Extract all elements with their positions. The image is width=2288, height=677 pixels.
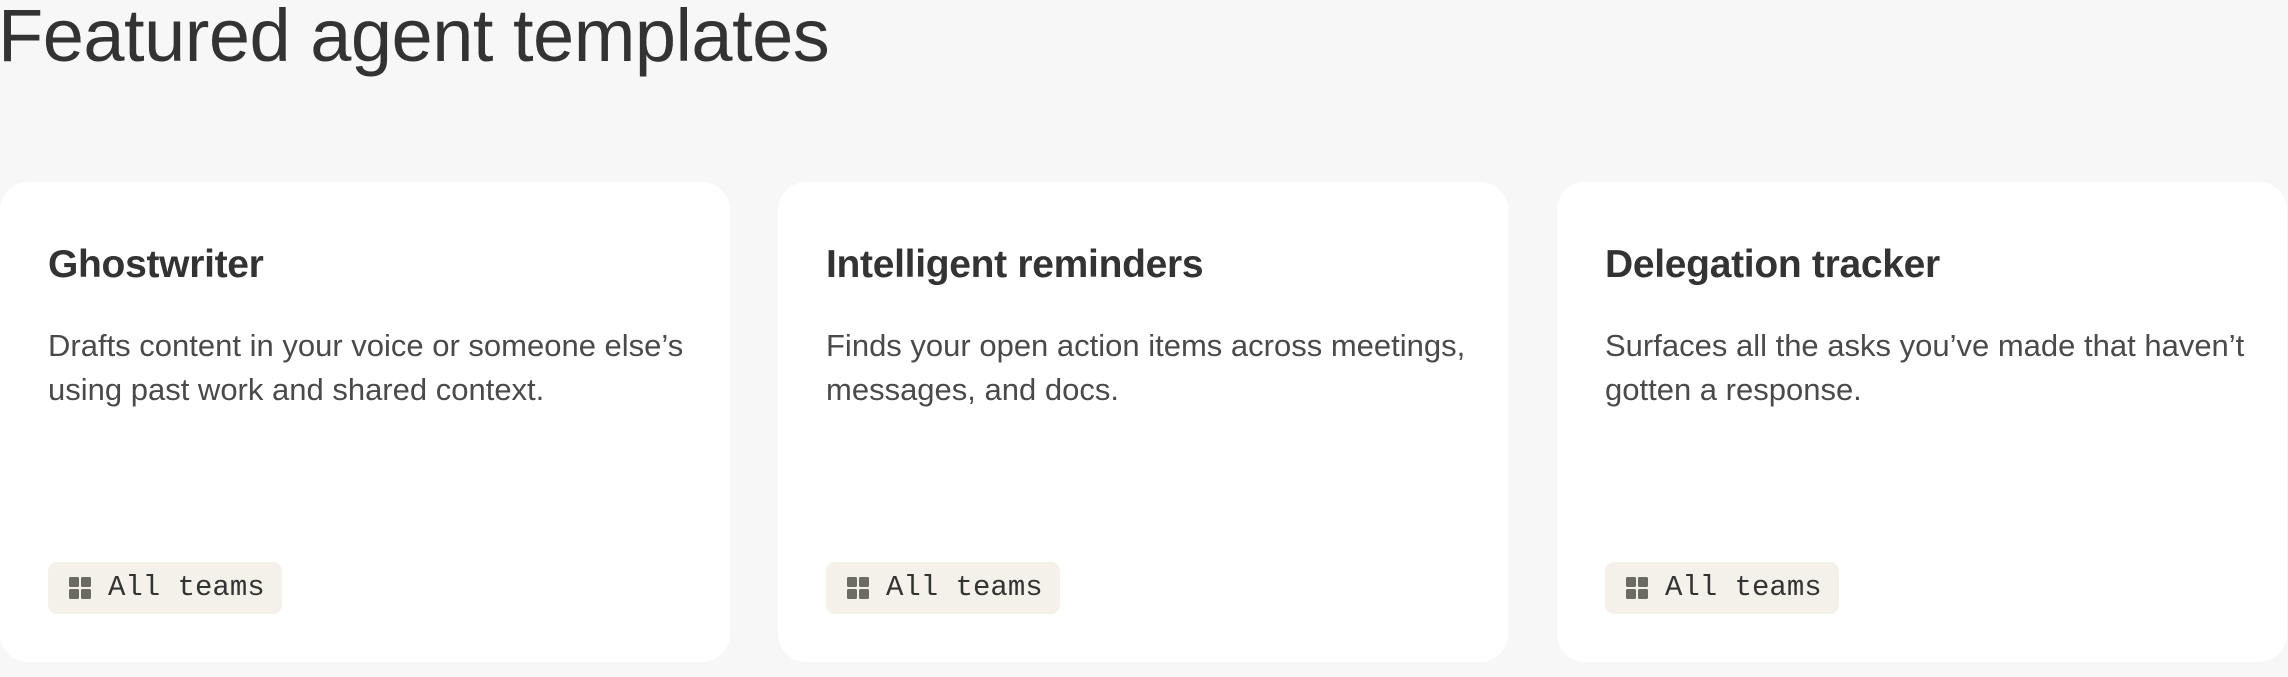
page-title: Featured agent templates xyxy=(0,0,830,77)
team-tag-label: All teams xyxy=(1665,571,1822,604)
template-card-title: Ghostwriter xyxy=(48,243,264,286)
team-tag: All teams xyxy=(826,562,1060,614)
template-card-description: Surfaces all the asks you’ve made that h… xyxy=(1605,328,2245,407)
grid-icon xyxy=(69,577,91,599)
template-card-description: Finds your open action items across meet… xyxy=(826,328,1466,407)
template-card-title: Delegation tracker xyxy=(1605,243,1940,286)
template-card-intelligent-reminders[interactable]: Intelligent reminders Finds your open ac… xyxy=(778,182,1508,662)
grid-icon xyxy=(847,577,869,599)
template-card-description: Drafts content in your voice or someone … xyxy=(48,328,684,407)
template-card-ghostwriter[interactable]: Ghostwriter Drafts content in your voice… xyxy=(0,182,730,662)
template-card-delegation-tracker[interactable]: Delegation tracker Surfaces all the asks… xyxy=(1557,182,2287,662)
team-tag-label: All teams xyxy=(886,571,1043,604)
team-tag: All teams xyxy=(1605,562,1839,614)
template-card-list: Ghostwriter Drafts content in your voice… xyxy=(0,182,2288,662)
team-tag: All teams xyxy=(48,562,282,614)
team-tag-label: All teams xyxy=(108,571,265,604)
template-card-title: Intelligent reminders xyxy=(826,243,1204,286)
grid-icon xyxy=(1626,577,1648,599)
